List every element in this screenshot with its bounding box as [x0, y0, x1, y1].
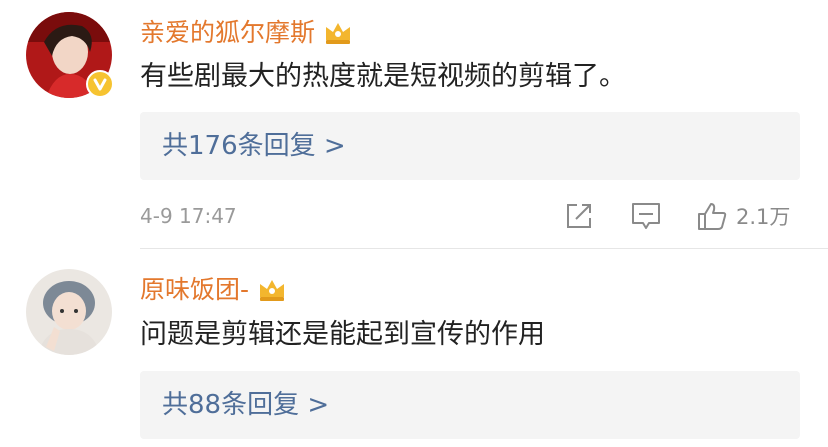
- reply-box[interactable]: 共176条回复 >: [140, 112, 800, 180]
- comment-text: 问题是剪辑还是能起到宣传的作用: [140, 319, 545, 350]
- username-row: 原味饭团-: [140, 273, 287, 307]
- crown-icon[interactable]: [323, 20, 353, 46]
- verified-badge-icon: [86, 70, 114, 98]
- comment-icon: [632, 203, 660, 229]
- like-button[interactable]: 2.1万: [696, 198, 790, 234]
- share-button[interactable]: [564, 198, 594, 234]
- comment-text: 有些剧最大的热度就是短视频的剪辑了。: [140, 61, 626, 92]
- view-replies-link[interactable]: 共176条回复 >: [162, 112, 346, 180]
- share-icon: [567, 204, 591, 228]
- view-replies-link[interactable]: 共88条回复 >: [162, 371, 329, 439]
- comment-button[interactable]: [630, 198, 662, 234]
- crown-icon[interactable]: [257, 277, 287, 303]
- reply-box[interactable]: 共88条回复 >: [140, 371, 800, 439]
- username[interactable]: 亲爱的狐尔摩斯: [140, 16, 315, 50]
- like-count: 2.1万: [736, 205, 791, 229]
- comment-meta: 4-9 17:47 2.1万: [140, 198, 802, 234]
- thumbs-up-icon: [698, 203, 727, 230]
- avatar[interactable]: [26, 269, 112, 355]
- comment-item: 亲爱的狐尔摩斯 有些剧最大的热度就是短视频的剪辑了。 共176条回复 > 4-9…: [0, 0, 828, 250]
- timestamp: 4-9 17:47: [140, 204, 237, 228]
- username-row: 亲爱的狐尔摩斯: [140, 16, 353, 50]
- username[interactable]: 原味饭团-: [140, 273, 249, 307]
- comment-item: 原味饭团- 问题是剪辑还是能起到宣传的作用 共88条回复 >: [0, 249, 828, 447]
